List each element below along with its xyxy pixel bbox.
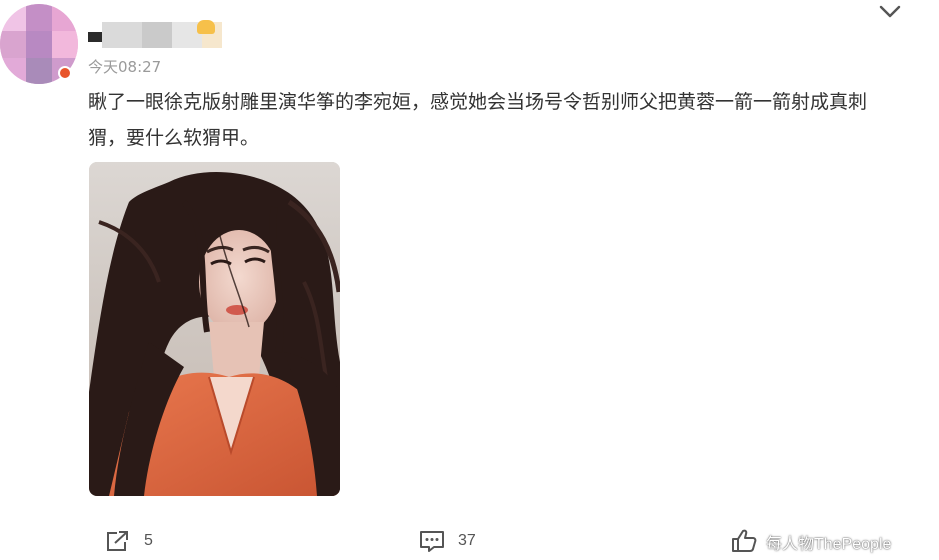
thumbs-up-icon [732,529,757,552]
post-timestamp[interactable]: 今天08:27 [88,56,161,77]
avatar-pixel [0,4,26,31]
share-icon [107,531,128,551]
post-photo [89,162,340,496]
avatar-pixel [26,4,52,31]
verified-badge-icon [58,66,72,80]
avatar-pixel [0,58,26,84]
avatar-pixel [52,31,78,58]
post-image[interactable] [89,162,340,496]
avatar-pixel [26,31,52,58]
comment-icon [420,531,444,552]
like-button[interactable] [730,522,770,560]
avatar-pixel [26,58,52,84]
comment-button[interactable]: 37 [418,522,476,560]
vip-icon [197,20,215,34]
avatar-pixel [0,31,26,58]
post-text: 瞅了一眼徐克版射雕里演华筝的李宛姮，感觉她会当场号令哲别师父把黄蓉一箭一箭射成真… [88,91,868,149]
chevron-down-icon[interactable] [878,4,902,20]
repost-count: 5 [144,532,153,549]
avatar-pixel [52,4,78,31]
watermark: 每人物ThePeople [766,536,892,553]
repost-button[interactable]: 5 [104,522,153,560]
comment-count: 37 [458,532,476,549]
